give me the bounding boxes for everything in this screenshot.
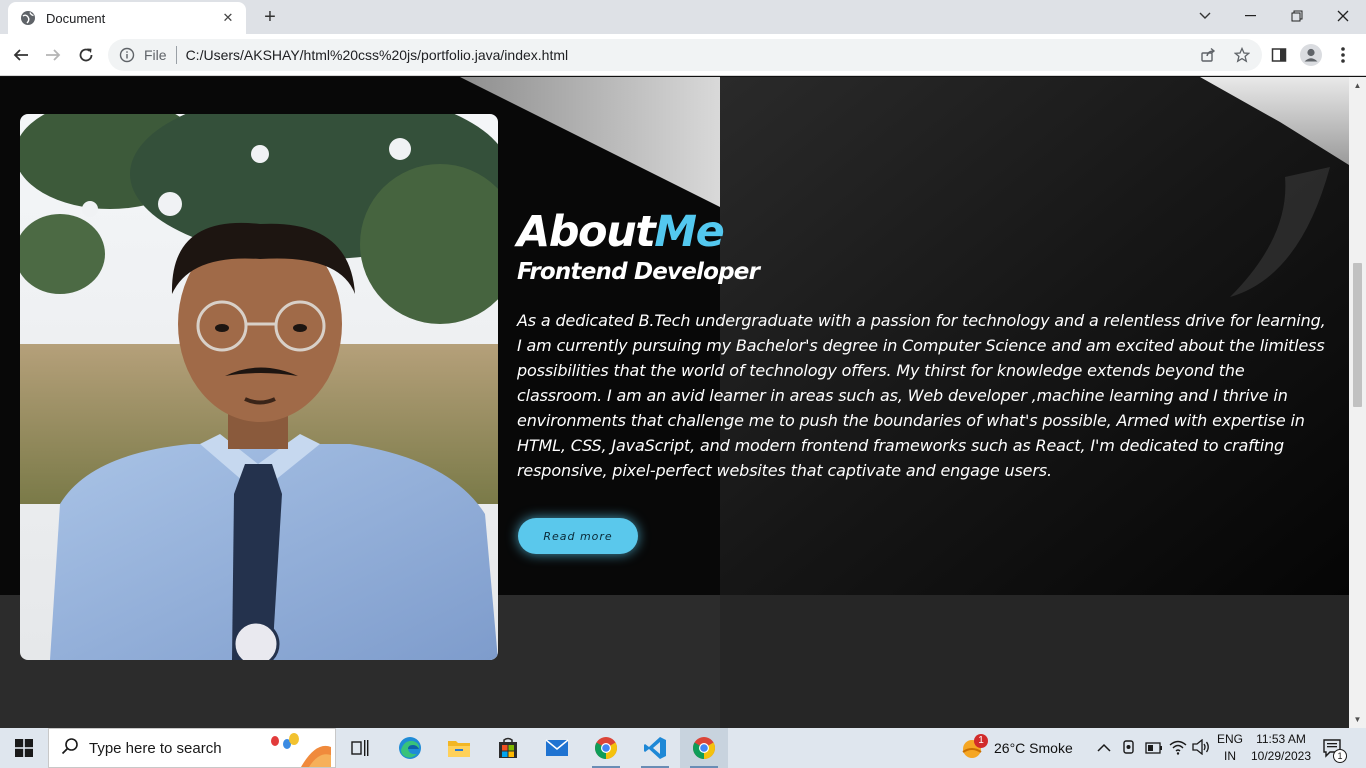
taskbar-search[interactable]: Type here to search (48, 728, 336, 768)
forward-arrow-icon[interactable] (37, 39, 69, 71)
clock-time[interactable]: 11:53 AM (1248, 732, 1314, 746)
wifi-icon[interactable] (1169, 739, 1187, 760)
scroll-up-icon[interactable]: ▲ (1353, 81, 1362, 90)
weather-text[interactable]: 26°C Smoke (994, 740, 1073, 756)
close-window-icon[interactable] (1320, 0, 1366, 32)
show-hidden-icons-chevron-icon[interactable] (1097, 740, 1111, 758)
meet-now-icon[interactable] (1121, 739, 1137, 760)
about-text: AboutMe Frontend Developer As a dedicate… (517, 207, 1337, 483)
address-scheme-label: File (144, 47, 167, 63)
about-heading: AboutMe (517, 207, 1337, 257)
windows-taskbar: Type here to search 1 26°C Smoke ENG IN … (0, 728, 1366, 768)
new-tab-button[interactable]: + (258, 6, 282, 28)
side-panel-icon[interactable] (1267, 43, 1291, 67)
page-viewport: AboutMe Frontend Developer As a dedicate… (0, 77, 1349, 728)
browser-tab[interactable]: Document ✕ (8, 2, 246, 34)
scroll-down-icon[interactable]: ▼ (1353, 715, 1362, 724)
task-view-icon[interactable] (336, 728, 384, 768)
volume-icon[interactable] (1192, 738, 1210, 760)
language-code[interactable]: ENG (1216, 732, 1244, 746)
clock-date: 10/29/2023 (1250, 749, 1312, 763)
windows-start-icon[interactable] (0, 728, 48, 768)
minimize-icon[interactable] (1228, 0, 1274, 32)
browser-toolbar: File C:/Users/AKSHAY/html%20css%20js/por… (0, 34, 1366, 76)
mail-icon[interactable] (533, 728, 581, 768)
share-icon[interactable] (1196, 43, 1220, 67)
chrome-icon[interactable] (582, 728, 630, 768)
search-highlight-balloons-icon (261, 731, 331, 768)
url-text[interactable]: C:/Users/AKSHAY/html%20css%20js/portfoli… (186, 47, 569, 63)
tab-close-icon[interactable]: ✕ (220, 10, 236, 26)
language-region: IN (1224, 749, 1236, 763)
file-explorer-icon[interactable] (435, 728, 483, 768)
about-section: AboutMe Frontend Developer As a dedicate… (0, 77, 1349, 728)
battery-icon[interactable] (1145, 741, 1163, 759)
info-icon[interactable] (118, 46, 136, 64)
globe-icon (20, 10, 36, 26)
address-bar[interactable]: File C:/Users/AKSHAY/html%20css%20js/por… (108, 39, 1262, 71)
chrome-active-icon[interactable] (680, 728, 728, 768)
page-scrollbar[interactable]: ▲ ▼ (1349, 77, 1366, 728)
heading-me: Me (654, 207, 724, 257)
notification-count: 1 (1333, 749, 1347, 763)
reload-icon[interactable] (70, 39, 102, 71)
edge-browser-icon[interactable] (386, 728, 434, 768)
weather-badge: 1 (974, 734, 988, 748)
profile-avatar-icon[interactable] (1299, 43, 1323, 67)
about-paragraph: As a dedicated B.Tech undergraduate with… (517, 311, 1326, 480)
about-subheading: Frontend Developer (517, 259, 760, 285)
bookmark-star-icon[interactable] (1230, 43, 1254, 67)
tab-search-chevron-icon[interactable] (1182, 0, 1228, 32)
heading-about: About (517, 207, 656, 257)
tab-title: Document (46, 10, 106, 26)
microsoft-store-icon[interactable] (484, 728, 532, 768)
read-more-button[interactable]: Read more (518, 518, 638, 554)
more-menu-icon[interactable] (1331, 43, 1355, 67)
scrollbar-thumb[interactable] (1353, 263, 1362, 407)
search-placeholder: Type here to search (89, 739, 222, 757)
back-arrow-icon[interactable] (5, 39, 37, 71)
restore-icon[interactable] (1274, 0, 1320, 32)
search-icon (61, 737, 79, 760)
address-divider (175, 46, 177, 64)
profile-photo (20, 114, 498, 660)
tab-strip: Document ✕ + (0, 0, 1366, 34)
vscode-icon[interactable] (631, 728, 679, 768)
